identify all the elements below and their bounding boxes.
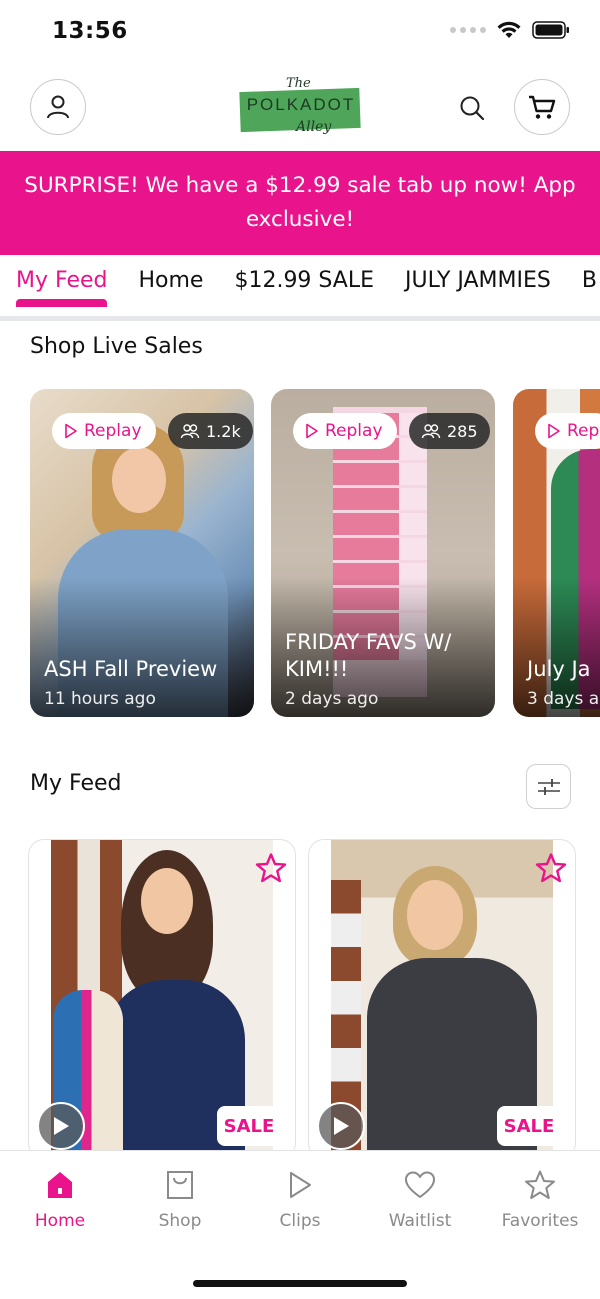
play-outline-icon <box>65 423 77 439</box>
sale-badge: SALE <box>497 1106 561 1146</box>
nav-waitlist[interactable]: Waitlist <box>360 1167 480 1231</box>
tab-partial[interactable]: B <box>582 268 597 309</box>
app-header: The POLKADOT Alley <box>0 66 600 150</box>
tab-home[interactable]: Home <box>138 268 203 309</box>
promo-banner[interactable]: SURPRISE! We have a $12.99 sale tab up n… <box>0 151 600 255</box>
search-icon <box>460 96 485 121</box>
filter-button[interactable] <box>526 764 571 809</box>
nav-shop[interactable]: Shop <box>120 1167 240 1231</box>
wifi-icon <box>497 21 521 38</box>
live-sale-card[interactable]: Replay 285 FRIDAY FAVS W/ KIM!!! 2 days … <box>271 389 495 717</box>
viewers-icon <box>180 424 200 439</box>
viewer-count-badge: 1.2k <box>168 413 253 449</box>
product-card[interactable]: SALE <box>308 839 576 1159</box>
account-button[interactable] <box>30 79 86 135</box>
sale-badge: SALE <box>217 1106 281 1146</box>
tab-july-jammies[interactable]: JULY JAMMIES <box>405 268 551 309</box>
heart-icon <box>405 1171 435 1198</box>
star-icon <box>255 853 287 883</box>
status-bar: 13:56 <box>0 0 600 66</box>
signal-icon <box>450 27 486 33</box>
nav-home[interactable]: Home <box>0 1167 120 1231</box>
nav-clips[interactable]: Clips <box>240 1167 360 1231</box>
live-sale-time: 2 days ago <box>285 689 379 709</box>
play-icon <box>54 1117 69 1135</box>
feed-title: My Feed <box>30 771 122 796</box>
replay-button[interactable]: Rep <box>535 413 600 449</box>
tab-my-feed[interactable]: My Feed <box>16 268 108 309</box>
status-time: 13:56 <box>52 18 128 44</box>
user-icon <box>47 95 69 119</box>
play-outline-icon <box>548 423 560 439</box>
status-icons <box>450 20 570 40</box>
sliders-icon <box>537 778 560 795</box>
cart-button[interactable] <box>514 79 570 135</box>
live-sale-time: 11 hours ago <box>44 689 156 709</box>
brand-logo: The POLKADOT Alley <box>234 74 368 144</box>
play-outline-icon <box>306 423 318 439</box>
play-icon <box>334 1117 349 1135</box>
live-sale-card[interactable]: Rep July Ja 3 days ag <box>513 389 600 717</box>
cart-icon <box>529 95 556 119</box>
favorite-star-button[interactable] <box>253 850 289 886</box>
live-sale-time: 3 days ag <box>527 689 600 709</box>
home-indicator <box>193 1280 407 1287</box>
star-icon <box>525 1170 555 1199</box>
play-video-button[interactable] <box>37 1102 85 1150</box>
viewer-count-badge: 285 <box>409 413 490 449</box>
bottom-nav: Home Shop Clips Waitlist Favorites <box>0 1150 600 1299</box>
home-icon <box>48 1172 72 1198</box>
battery-icon <box>532 21 569 39</box>
live-sales-title: Shop Live Sales <box>30 334 203 359</box>
live-sales-carousel[interactable]: Replay 1.2k ASH Fall Preview 11 hours ag… <box>30 389 600 719</box>
play-icon <box>290 1172 311 1198</box>
star-icon <box>535 853 567 883</box>
live-sale-name: FRIDAY FAVS W/ KIM!!! <box>285 630 452 681</box>
tabs-divider <box>0 316 600 321</box>
viewers-icon <box>421 424 441 439</box>
product-card[interactable]: SALE <box>28 839 296 1159</box>
search-button[interactable] <box>452 88 492 128</box>
favorite-star-button[interactable] <box>533 850 569 886</box>
replay-button[interactable]: Replay <box>293 413 397 449</box>
live-sale-name: July Ja <box>527 657 591 681</box>
category-tabs: My Feed Home $12.99 SALE JULY JAMMIES B <box>0 256 600 318</box>
live-sale-name: ASH Fall Preview <box>44 657 218 681</box>
play-video-button[interactable] <box>317 1102 365 1150</box>
nav-favorites[interactable]: Favorites <box>480 1167 600 1231</box>
promo-banner-text: SURPRISE! We have a $12.99 sale tab up n… <box>24 173 576 232</box>
live-sale-card[interactable]: Replay 1.2k ASH Fall Preview 11 hours ag… <box>30 389 254 717</box>
shopping-bag-icon <box>167 1171 193 1199</box>
replay-button[interactable]: Replay <box>52 413 156 449</box>
tab-sale[interactable]: $12.99 SALE <box>234 268 374 309</box>
